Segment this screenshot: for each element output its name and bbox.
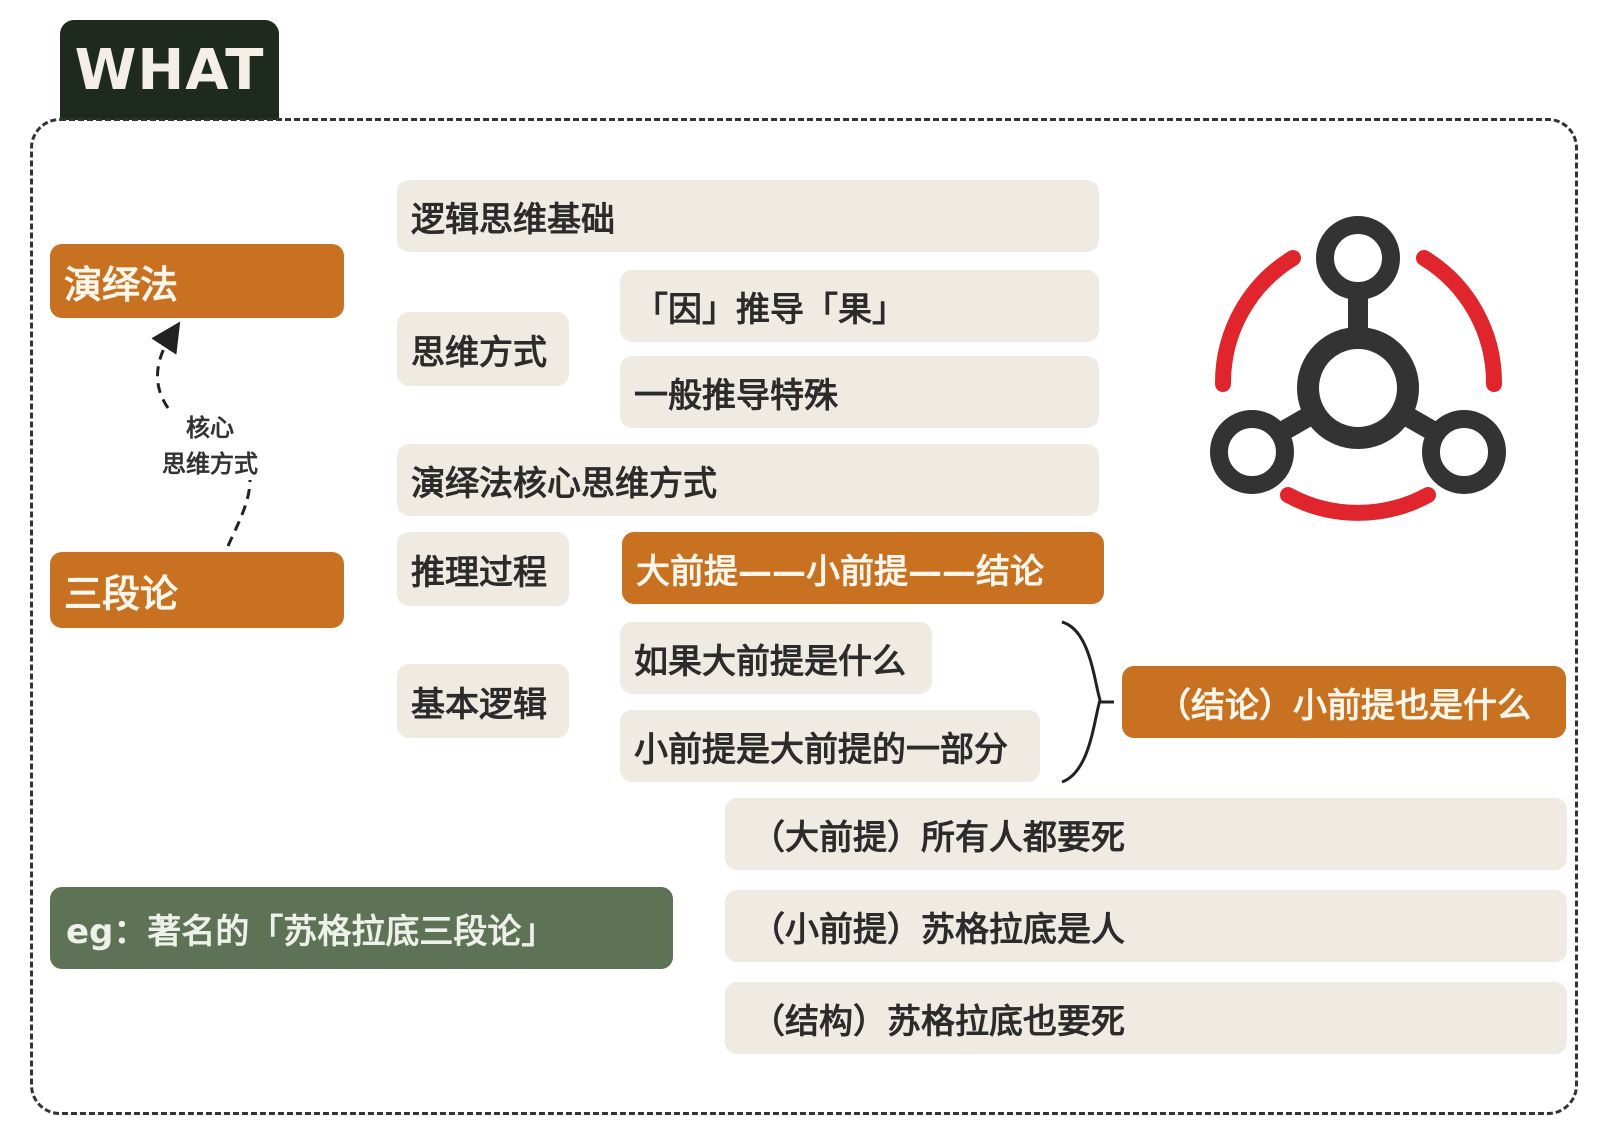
relation-arrow-lower	[226, 479, 252, 547]
ring-arc-left	[1214, 250, 1301, 392]
diagram-overlay	[151, 216, 1506, 784]
hub-node	[1297, 327, 1419, 449]
ring-arc-bottom	[1280, 487, 1436, 521]
ring-arc-right	[1416, 250, 1503, 392]
relation-arrow-upper	[151, 321, 181, 409]
top-node	[1316, 216, 1400, 300]
left-node	[1210, 410, 1294, 494]
right-node	[1422, 410, 1506, 494]
network-hub-icon	[1210, 216, 1506, 521]
right-brace	[1061, 620, 1102, 784]
